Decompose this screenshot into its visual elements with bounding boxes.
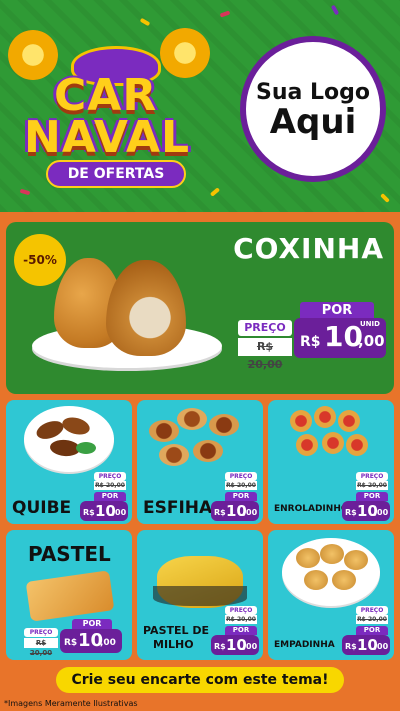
por-label: POR — [356, 626, 388, 635]
esfiha-image — [209, 414, 239, 436]
empadinha-image — [344, 550, 368, 570]
cta-banner[interactable]: Crie seu encarte com este tema! — [56, 667, 344, 693]
enroladinho-image — [296, 434, 318, 456]
product-card-quibe[interactable]: QUIBE PREÇO R$ 20,00 POR R$ 10 ,00 — [6, 400, 132, 524]
enroladinho-image — [314, 406, 336, 428]
enroladinho-image — [338, 410, 360, 432]
product-card-pastel[interactable]: PASTEL PREÇO R$ 20,00 POR R$ 10 ,00 — [6, 530, 132, 660]
plate-image — [24, 406, 114, 472]
preco-label: PREÇO — [356, 472, 388, 481]
confetti-decoration — [330, 4, 340, 16]
product-name: ESFIHA — [143, 498, 213, 518]
old-price: R$ 20,00 — [94, 481, 126, 490]
product-name: EMPADINHA — [274, 640, 335, 650]
confetti-decoration — [139, 17, 151, 27]
enroladinho-image — [290, 410, 312, 432]
price-currency: R$ — [345, 508, 357, 517]
enroladinho-image — [346, 434, 368, 456]
carnaval-title-logo: CAR NAVAL DE OFERTAS — [16, 40, 206, 190]
featured-product-name: COXINHA — [233, 232, 384, 265]
product-price: R$ 10 ,00 — [342, 501, 390, 521]
old-price: R$ 20,00 — [24, 638, 58, 657]
basket-image — [153, 586, 247, 606]
confetti-decoration — [209, 187, 221, 197]
product-name-line-2: MILHO — [153, 638, 194, 651]
empadinha-image — [320, 544, 344, 564]
preco-label: PREÇO — [225, 606, 257, 615]
preco-label: PREÇO — [94, 472, 126, 481]
product-name: PASTEL — [28, 542, 111, 566]
product-card-esfiha[interactable]: ESFIHA PREÇO R$ 20,00 POR R$ 10 ,00 — [137, 400, 263, 524]
price-currency: R$ — [83, 508, 95, 517]
price-currency: R$ — [300, 334, 321, 350]
price-decimal: ,00 — [112, 508, 127, 517]
por-label: POR — [225, 626, 257, 635]
product-price: R$ 10 ,00 — [211, 501, 259, 521]
por-label: POR — [225, 492, 257, 501]
featured-price: R$ 10 ,00 UNID — [294, 318, 386, 358]
preco-label: PREÇO — [225, 472, 257, 481]
price-currency: R$ — [214, 508, 226, 517]
enroladinho-image — [322, 432, 344, 454]
preco-label: PREÇO — [24, 628, 58, 637]
logo-text-line-2: Aqui — [269, 101, 357, 142]
esfiha-image — [159, 444, 189, 466]
disclaimer-text: *Imagens Meramente Ilustrativas — [4, 699, 138, 708]
old-price: R$ 20,00 — [238, 338, 292, 371]
empadinha-image — [332, 570, 356, 590]
empadinha-image — [304, 570, 328, 590]
preco-label: PREÇO — [356, 606, 388, 615]
product-name-line-1: PASTEL DE — [143, 624, 209, 637]
old-price: R$ 20,00 — [356, 481, 388, 490]
esfiha-image — [177, 408, 207, 430]
product-price: R$ 10 ,00 — [80, 501, 128, 521]
price-decimal: ,00 — [358, 332, 385, 350]
price-decimal: ,00 — [374, 508, 389, 517]
logo-text-line-1: Sua Logo — [255, 79, 370, 105]
garnish-image — [76, 442, 96, 454]
title-line-2: NAVAL — [24, 112, 191, 163]
price-decimal: ,00 — [243, 642, 258, 651]
price-decimal: ,00 — [374, 642, 389, 651]
product-price: R$ 10 ,00 — [60, 629, 122, 653]
price-unit: UNID — [360, 320, 380, 328]
esfiha-image — [193, 440, 223, 462]
old-price: R$ 20,00 — [356, 615, 388, 624]
discount-badge: -50% — [14, 234, 66, 286]
coxinha-cut-image — [106, 260, 186, 356]
por-label: POR — [94, 492, 126, 501]
confetti-decoration — [380, 193, 390, 203]
logo-placeholder[interactable]: Sua Logo Aqui — [240, 36, 386, 182]
price-decimal: ,00 — [100, 638, 116, 648]
price-currency: R$ — [345, 642, 357, 651]
product-card-pastel-de-milho[interactable]: PASTEL DE MILHO PREÇO R$ 20,00 POR R$ 10… — [137, 530, 263, 660]
product-price: R$ 10 ,00 — [211, 635, 259, 655]
subtitle-badge: DE OFERTAS — [46, 160, 186, 188]
confetti-decoration — [219, 10, 231, 18]
price-currency: R$ — [64, 638, 78, 648]
por-label: POR — [356, 492, 388, 501]
product-card-enroladinho[interactable]: ENROLADINHO PREÇO R$ 20,00 POR R$ 10 ,00 — [268, 400, 394, 524]
esfiha-image — [149, 420, 179, 442]
old-price: R$ 20,00 — [225, 615, 257, 624]
product-name: QUIBE — [12, 498, 72, 518]
product-price: R$ 10 ,00 — [342, 635, 390, 655]
preco-label: PREÇO — [238, 320, 292, 336]
old-price: R$ 20,00 — [225, 481, 257, 490]
por-label: POR — [72, 619, 112, 629]
product-name: ENROLADINHO — [274, 504, 349, 514]
product-card-empadinha[interactable]: EMPADINHA PREÇO R$ 20,00 POR R$ 10 ,00 — [268, 530, 394, 660]
featured-product-card[interactable]: -50% COXINHA POR PREÇO R$ 20,00 R$ 10 ,0… — [6, 222, 394, 394]
price-currency: R$ — [214, 642, 226, 651]
pastel-image — [25, 570, 115, 622]
empadinha-image — [296, 548, 320, 568]
price-decimal: ,00 — [243, 508, 258, 517]
carnaval-header-banner: CAR NAVAL DE OFERTAS Sua Logo Aqui — [0, 0, 400, 212]
